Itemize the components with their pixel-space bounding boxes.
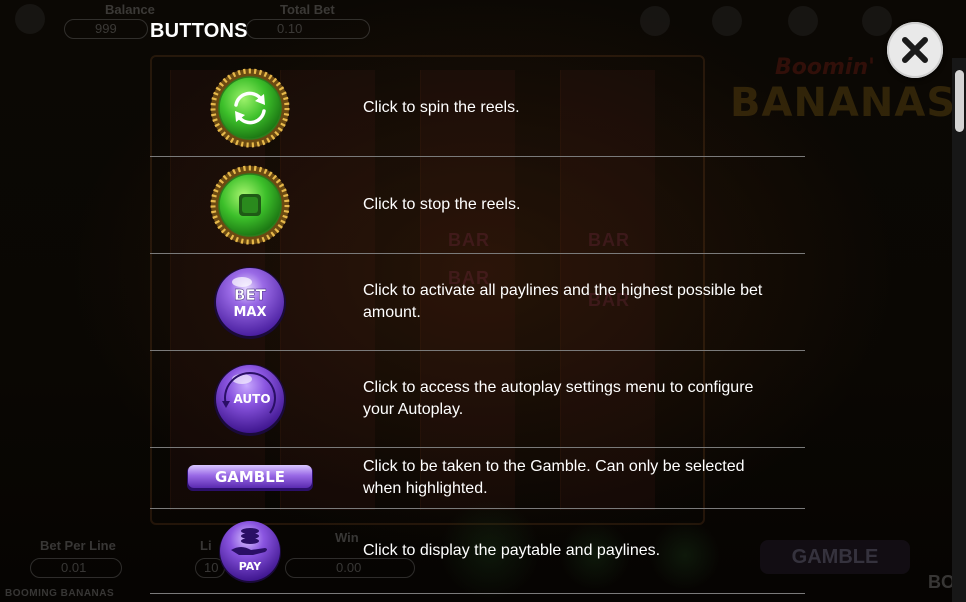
- spin-button-icon: [210, 68, 290, 148]
- buttons-help-list: Click to spin the reels. Click to stop t…: [150, 60, 805, 594]
- svg-text:PAY: PAY: [239, 560, 263, 573]
- help-row-description: Click to be taken to the Gamble. Can onl…: [363, 458, 745, 497]
- close-button[interactable]: [887, 22, 943, 78]
- help-row-description: Click to stop the reels.: [363, 196, 521, 213]
- stop-button-icon: [210, 165, 290, 245]
- help-row-description: Click to spin the reels.: [363, 99, 520, 116]
- help-row-description: Click to access the autoplay settings me…: [363, 379, 754, 418]
- help-row-bet-max: BET MAX Click to activate all paylines a…: [150, 254, 805, 351]
- help-row-description: Click to activate all paylines and the h…: [363, 282, 763, 321]
- svg-text:AUTO: AUTO: [233, 392, 270, 406]
- svg-text:MAX: MAX: [233, 305, 266, 320]
- bet-max-button-icon: BET MAX: [214, 267, 286, 339]
- paytable-button-icon: PAY: [219, 521, 281, 583]
- scrollbar-track[interactable]: [952, 58, 966, 602]
- help-row-gamble: GAMBLE Click to be taken to the Gamble. …: [150, 448, 805, 509]
- help-row-autoplay: AUTO Click to access the autoplay settin…: [150, 351, 805, 448]
- help-row-stop: Click to stop the reels.: [150, 157, 805, 254]
- close-x-icon: [902, 37, 928, 63]
- help-overlay: BUTTONS Click to spin the reels. Click t…: [0, 0, 966, 602]
- svg-text:GAMBLE: GAMBLE: [215, 468, 285, 486]
- svg-text:BET: BET: [234, 286, 267, 304]
- help-row-paytable: PAY Click to display the paytable and pa…: [150, 509, 805, 594]
- help-row-spin: Click to spin the reels.: [150, 60, 805, 157]
- gamble-button-icon: GAMBLE: [187, 465, 313, 491]
- section-title: BUTTONS: [150, 20, 248, 42]
- autoplay-button-icon: AUTO: [214, 364, 286, 436]
- scrollbar-thumb[interactable]: [955, 70, 964, 132]
- help-row-description: Click to display the paytable and paylin…: [363, 542, 661, 559]
